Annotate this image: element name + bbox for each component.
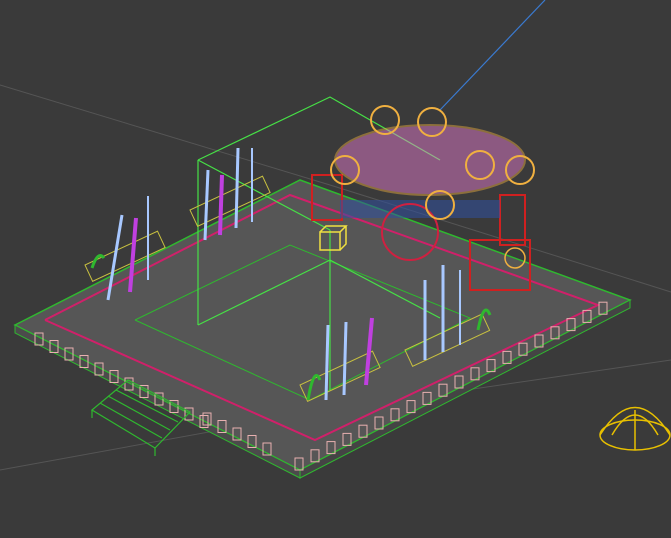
light-direction-line — [439, 0, 546, 111]
viewport-canvas[interactable] — [0, 0, 671, 538]
3d-viewport[interactable] — [0, 0, 671, 538]
platform-base[interactable] — [13, 179, 632, 479]
light-gizmo-icon[interactable] — [599, 406, 671, 451]
